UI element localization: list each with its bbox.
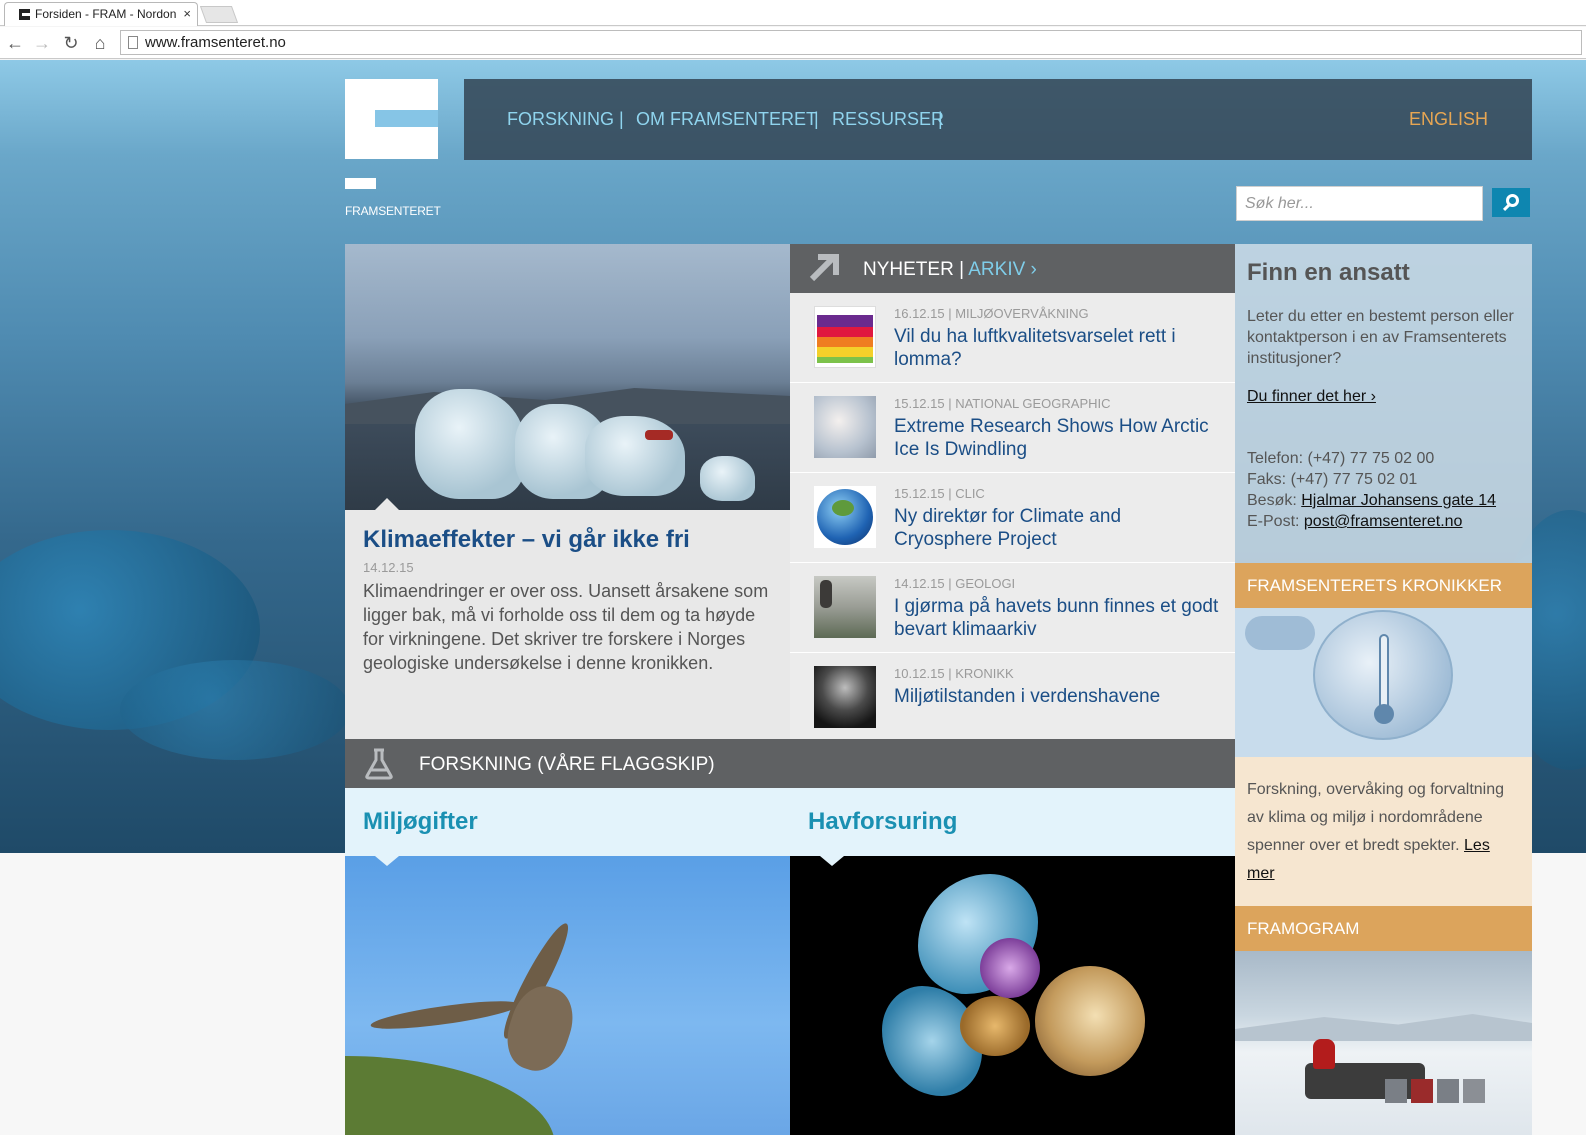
research-header: FORSKNING (VÅRE FLAGGSKIP) xyxy=(345,739,1235,788)
nav-separator: | xyxy=(814,109,819,129)
find-employee-title: Finn en ansatt xyxy=(1247,259,1410,286)
news-title[interactable]: Ny direktør for Climate and Cryosphere P… xyxy=(894,505,1224,551)
flask-icon xyxy=(365,748,393,780)
featured-article[interactable]: Klimaeffekter – vi går ikke fri 14.12.15… xyxy=(345,244,790,739)
contact-info: Telefon: (+47) 77 75 02 00 Faks: (+47) 7… xyxy=(1247,448,1529,532)
research-card-header: Havforsuring xyxy=(790,788,1235,856)
diver-thumbnail xyxy=(814,666,876,728)
featured-summary: Klimaendringer er over oss. Uansett årsa… xyxy=(363,581,769,673)
framogram-title: FRAMOGRAM xyxy=(1247,919,1360,938)
nav-separator: | xyxy=(619,109,624,129)
framogram-snowmobile-image[interactable] xyxy=(1235,951,1532,1135)
browser-toolbar: ← → ↻ ⌂ www.framsenteret.no xyxy=(0,27,1586,59)
sea-butterfly-image xyxy=(790,856,1235,1135)
tab-close-icon[interactable]: × xyxy=(183,6,191,21)
news-arrow-icon xyxy=(809,254,839,282)
search-icon xyxy=(1506,194,1519,207)
find-employee-text: Leter du etter en bestemt person eller k… xyxy=(1247,308,1514,367)
new-tab-button[interactable] xyxy=(199,6,239,23)
featured-iceberg-image xyxy=(345,244,790,510)
contact-email-label: E-Post: xyxy=(1247,513,1304,530)
nav-forskning[interactable]: FORSKNING xyxy=(507,109,614,130)
news-title[interactable]: I gjørma på havets bunn finnes et godt b… xyxy=(894,595,1224,641)
nav-separator: | xyxy=(938,109,943,129)
news-meta: 14.12.15 | GEOLOGI xyxy=(894,576,1016,591)
search-input[interactable]: Søk her... xyxy=(1236,186,1483,221)
logo-text: FRAMSENTERET xyxy=(345,204,441,218)
kronikker-text-box: Forskning, overvåking og forvaltning av … xyxy=(1235,757,1532,906)
news-meta: 15.12.15 | NATIONAL GEOGRAPHIC xyxy=(894,396,1111,411)
earth-globe-thumbnail xyxy=(814,486,876,548)
address-url: www.framsenteret.no xyxy=(145,34,286,51)
logo-bar xyxy=(345,178,376,189)
news-item[interactable]: 16.12.15 | MILJØOVERVÅKNING Vil du ha lu… xyxy=(790,293,1235,383)
language-english-link[interactable]: ENGLISH xyxy=(1409,109,1488,130)
page-icon xyxy=(128,36,138,49)
nav-om-framsenteret[interactable]: OM FRAMSENTERET xyxy=(636,109,817,130)
search-button[interactable] xyxy=(1492,188,1530,217)
find-employee-link[interactable]: Du finner det her › xyxy=(1247,388,1376,406)
news-archive-link[interactable]: ARKIV › xyxy=(968,259,1037,280)
forward-icon[interactable]: → xyxy=(30,31,54,55)
research-card-miljogifter[interactable]: Miljøgifter xyxy=(345,788,790,1135)
news-meta: 10.12.15 | KRONIKK xyxy=(894,666,1014,681)
contact-visit-label: Besøk: xyxy=(1247,492,1302,509)
site-favicon-icon xyxy=(19,9,30,20)
news-header: NYHETER | ARKIV › xyxy=(790,244,1235,293)
browser-tab[interactable]: Forsiden - FRAM - Nordon × xyxy=(4,2,198,26)
sediment-cores-thumbnail xyxy=(814,576,876,638)
air-quality-chart-thumbnail xyxy=(814,306,876,368)
tab-title: Forsiden - FRAM - Nordon xyxy=(35,7,177,21)
research-card-havforsuring[interactable]: Havforsuring xyxy=(790,788,1235,1135)
news-meta: 15.12.15 | CLIC xyxy=(894,486,985,501)
research-heading: FORSKNING (VÅRE FLAGGSKIP) xyxy=(419,754,715,775)
research-card-title[interactable]: Miljøgifter xyxy=(363,808,478,836)
browser-tabbar: Forsiden - FRAM - Nordon × xyxy=(0,0,1586,26)
news-item[interactable]: 15.12.15 | CLIC Ny direktør for Climate … xyxy=(790,473,1235,563)
featured-title[interactable]: Klimaeffekter – vi går ikke fri xyxy=(363,526,690,554)
news-item[interactable]: 15.12.15 | NATIONAL GEOGRAPHIC Extreme R… xyxy=(790,383,1235,473)
kronikker-header[interactable]: FRAMSENTERETS KRONIKKER xyxy=(1235,563,1532,618)
news-item[interactable]: 10.12.15 | KRONIKK Miljøtilstanden i ver… xyxy=(790,653,1235,743)
kronikker-globe-illustration[interactable] xyxy=(1235,608,1532,757)
news-heading: NYHETER xyxy=(863,259,954,280)
framogram-header[interactable]: FRAMOGRAM xyxy=(1235,906,1532,961)
news-panel: NYHETER | ARKIV › 16.12.15 | MILJØOVERVÅ… xyxy=(790,244,1235,739)
nav-ressurser[interactable]: RESSURSER xyxy=(832,109,944,130)
find-employee-box: Finn en ansatt Leter du etter en bestemt… xyxy=(1235,244,1532,564)
news-title[interactable]: Extreme Research Shows How Arctic Ice Is… xyxy=(894,415,1224,461)
research-card-header: Miljøgifter xyxy=(345,788,790,856)
news-meta: 16.12.15 | MILJØOVERVÅKNING xyxy=(894,306,1089,321)
contact-phone: Telefon: (+47) 77 75 02 00 xyxy=(1247,450,1435,467)
kronikker-title: FRAMSENTERETS KRONIKKER xyxy=(1247,576,1503,595)
featured-notch xyxy=(375,498,399,510)
news-heading-sep: | xyxy=(953,259,969,280)
news-item[interactable]: 14.12.15 | GEOLOGI I gjørma på havets bu… xyxy=(790,563,1235,653)
address-bar[interactable]: www.framsenteret.no xyxy=(120,30,1582,55)
contact-fax: Faks: (+47) 77 75 02 01 xyxy=(1247,471,1418,488)
news-title[interactable]: Vil du ha luftkvalitetsvarselet rett i l… xyxy=(894,325,1224,371)
reload-icon[interactable]: ↻ xyxy=(59,31,83,55)
arctic-fog-thumbnail xyxy=(814,396,876,458)
main-navigation: FORSKNING | OM FRAMSENTERET | RESSURSER … xyxy=(464,79,1532,160)
contact-address-link[interactable]: Hjalmar Johansens gate 14 xyxy=(1301,492,1496,509)
back-icon[interactable]: ← xyxy=(3,31,27,55)
research-card-title[interactable]: Havforsuring xyxy=(808,808,957,836)
featured-date: 14.12.15 xyxy=(363,560,414,575)
contact-email-link[interactable]: post@framsenteret.no xyxy=(1304,513,1463,530)
owl-image xyxy=(345,856,790,1135)
web-page: FRAMSENTERET FORSKNING | OM FRAMSENTERET… xyxy=(0,60,1586,1135)
news-title[interactable]: Miljøtilstanden i verdenshavene xyxy=(894,685,1224,708)
home-icon[interactable]: ⌂ xyxy=(88,31,112,55)
fram-logo[interactable] xyxy=(345,79,438,159)
